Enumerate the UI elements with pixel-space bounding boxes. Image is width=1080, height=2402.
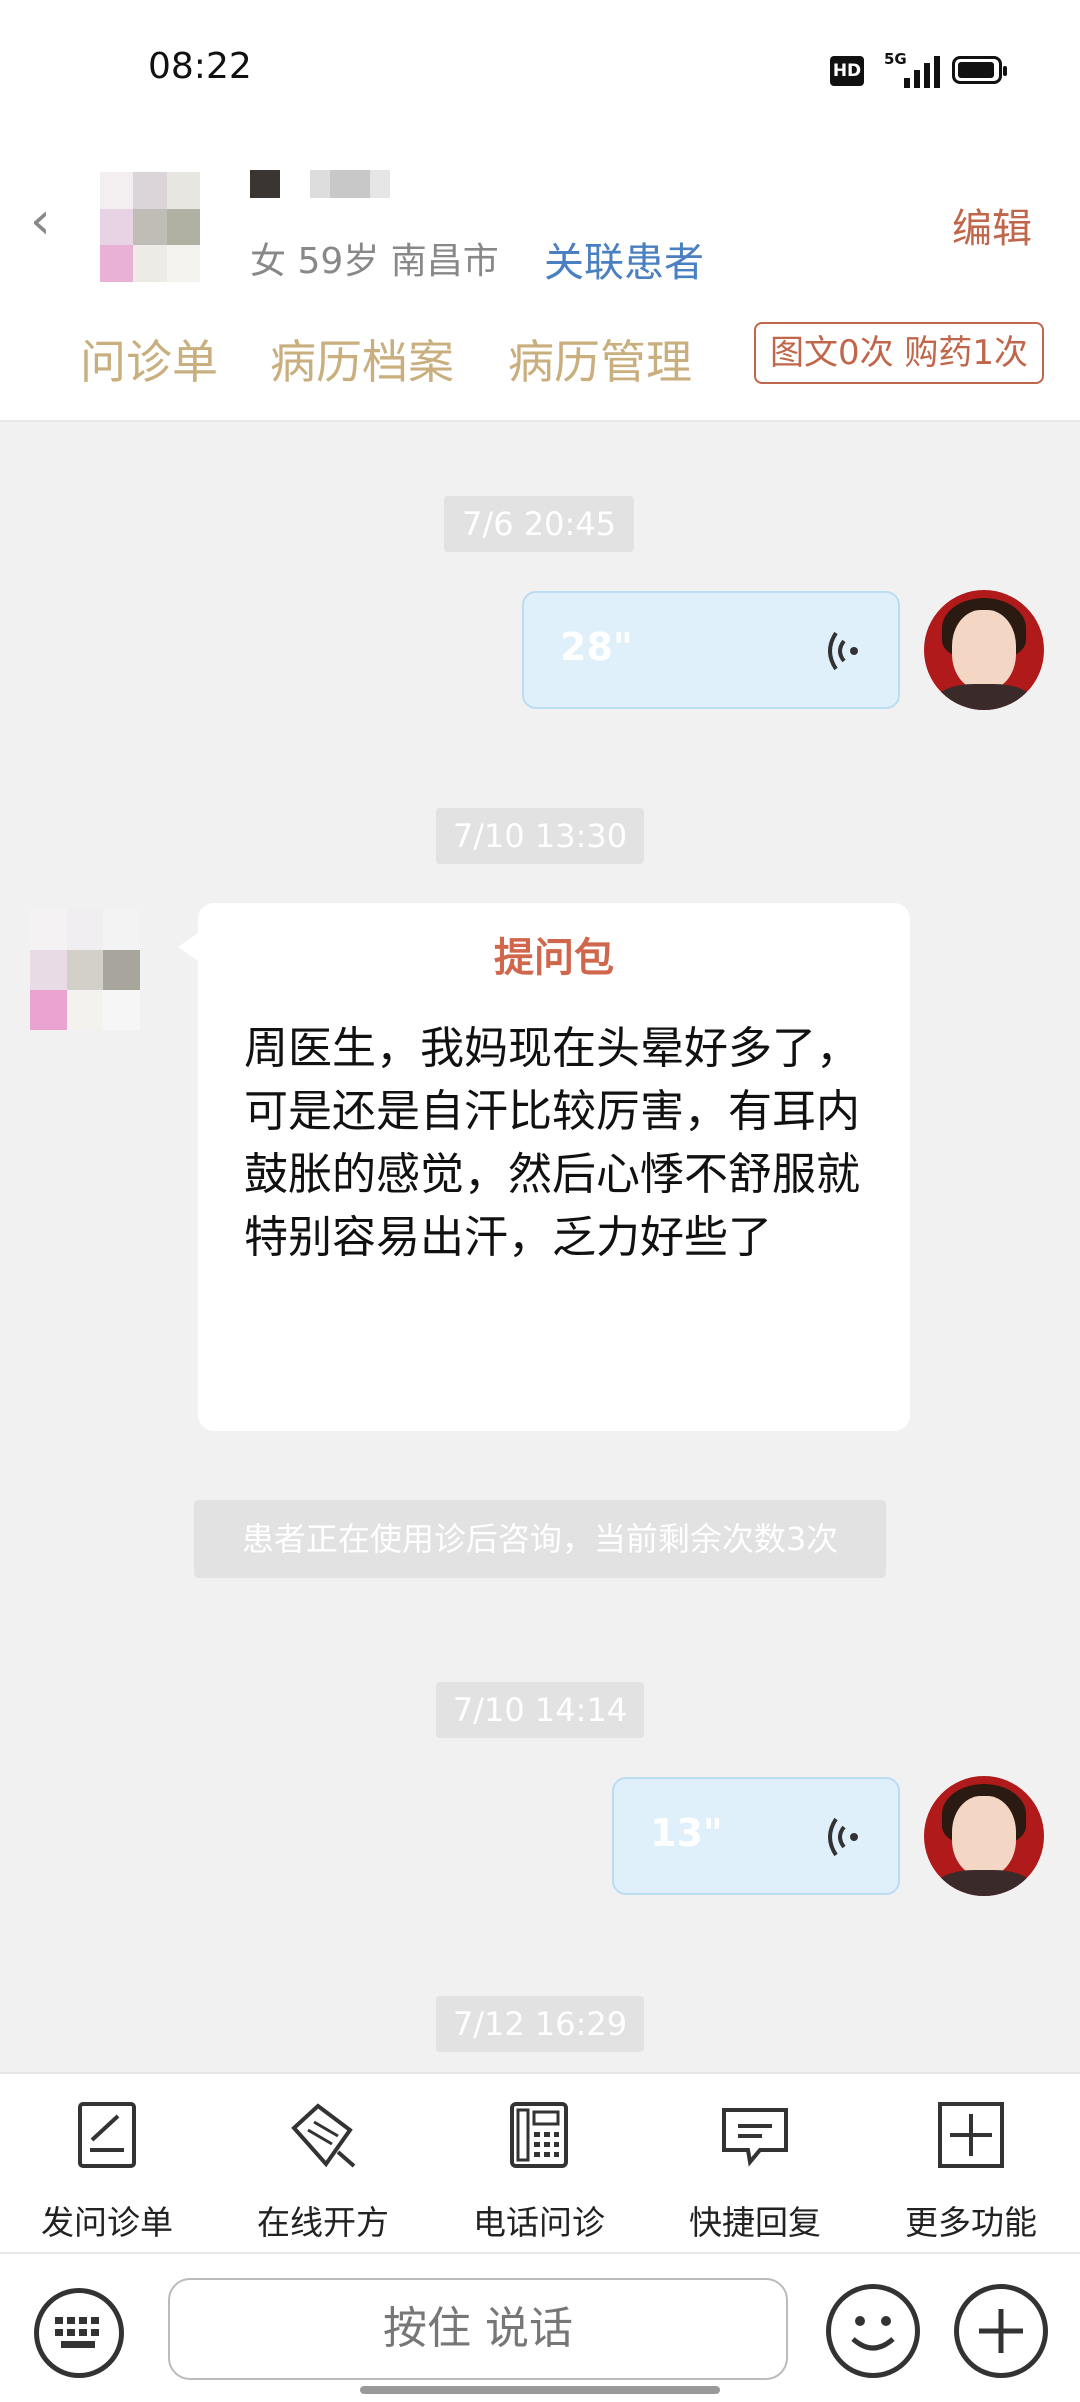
function-toolbar: 发问诊单 在线开方 电话问诊 快捷回复 更多功能 — [0, 2072, 1080, 2254]
tab-medical-records[interactable]: 病历档案 — [270, 326, 454, 392]
tool-label: 电话问诊 — [473, 2203, 605, 2242]
tab-consultation-form[interactable]: 问诊单 — [80, 326, 218, 392]
signal-icon — [904, 56, 940, 88]
form-edit-icon — [78, 2102, 136, 2168]
input-bar: 按住 说话 — [0, 2252, 1080, 2402]
quick-reply-button[interactable]: 快捷回复 — [660, 2100, 850, 2244]
home-indicator[interactable] — [360, 2386, 720, 2394]
patient-info: 女 59岁 南昌市 — [250, 241, 499, 282]
patient-avatar[interactable] — [100, 172, 200, 282]
hold-to-talk-button[interactable]: 按住 说话 — [168, 2278, 788, 2380]
tool-label: 发问诊单 — [41, 2203, 173, 2242]
status-time: 08:22 — [148, 46, 252, 87]
online-prescription-button[interactable]: 在线开方 — [228, 2100, 418, 2244]
voice-message[interactable]: 28" — [522, 591, 900, 709]
timestamp: 7/12 16:29 — [436, 1996, 644, 2052]
voice-wave-icon — [828, 631, 858, 671]
question-pack-title: 提问包 — [494, 935, 614, 981]
tool-label: 快捷回复 — [689, 2203, 821, 2242]
emoji-icon[interactable] — [826, 2284, 920, 2378]
voice-duration: 28" — [560, 625, 633, 669]
plus-square-icon — [938, 2102, 1004, 2168]
question-pack-bubble[interactable]: 提问包 周医生，我妈现在头晕好多了，可是还是自汗比较厉害，有耳内鼓胀的感觉，然后… — [178, 903, 910, 1431]
timestamp: 7/10 13:30 — [436, 808, 644, 864]
battery-icon — [952, 56, 1007, 84]
chat-bubble-icon — [722, 2108, 788, 2167]
status-bar: 08:22 HD 5G — [0, 0, 1080, 150]
timestamp: 7/6 20:45 — [444, 496, 634, 552]
voice-wave-icon — [828, 1817, 858, 1857]
quota-badge[interactable]: 图文0次 购药1次 — [754, 322, 1044, 384]
more-functions-button[interactable]: 更多功能 — [876, 2100, 1066, 2244]
phone-consult-button[interactable]: 电话问诊 — [444, 2100, 634, 2244]
question-pack-text: 周医生，我妈现在头晕好多了，可是还是自汗比较厉害，有耳内鼓胀的感觉，然后心悸不舒… — [244, 1023, 860, 1263]
consult-notice: 患者正在使用诊后咨询，当前剩余次数3次 — [194, 1500, 886, 1578]
tab-record-management[interactable]: 病历管理 — [508, 326, 692, 392]
prescription-pen-icon — [291, 2103, 356, 2168]
hd-icon: HD — [830, 56, 864, 86]
doctor-avatar[interactable] — [924, 590, 1044, 710]
back-arrow-icon[interactable]: ‹ — [30, 195, 70, 247]
edit-button[interactable]: 编辑 — [952, 196, 1032, 254]
add-icon[interactable] — [954, 2284, 1048, 2378]
voice-duration: 13" — [650, 1811, 723, 1855]
link-patient-button[interactable]: 关联患者 — [544, 230, 704, 288]
patient-header: ‹ 女 59岁 南昌市 关联患者 编辑 问诊单 病历档案 病历管理 图文0次 购… — [0, 150, 1080, 422]
voice-message[interactable]: 13" — [612, 1777, 900, 1895]
tool-label: 更多功能 — [905, 2203, 1037, 2242]
phone-keypad-icon — [510, 2102, 568, 2168]
timestamp: 7/10 14:14 — [436, 1682, 644, 1738]
doctor-avatar[interactable] — [924, 1776, 1044, 1896]
keyboard-icon[interactable] — [34, 2288, 124, 2378]
patient-chat-avatar[interactable] — [30, 910, 140, 1030]
send-form-button[interactable]: 发问诊单 — [12, 2100, 202, 2244]
tool-label: 在线开方 — [257, 2203, 389, 2242]
